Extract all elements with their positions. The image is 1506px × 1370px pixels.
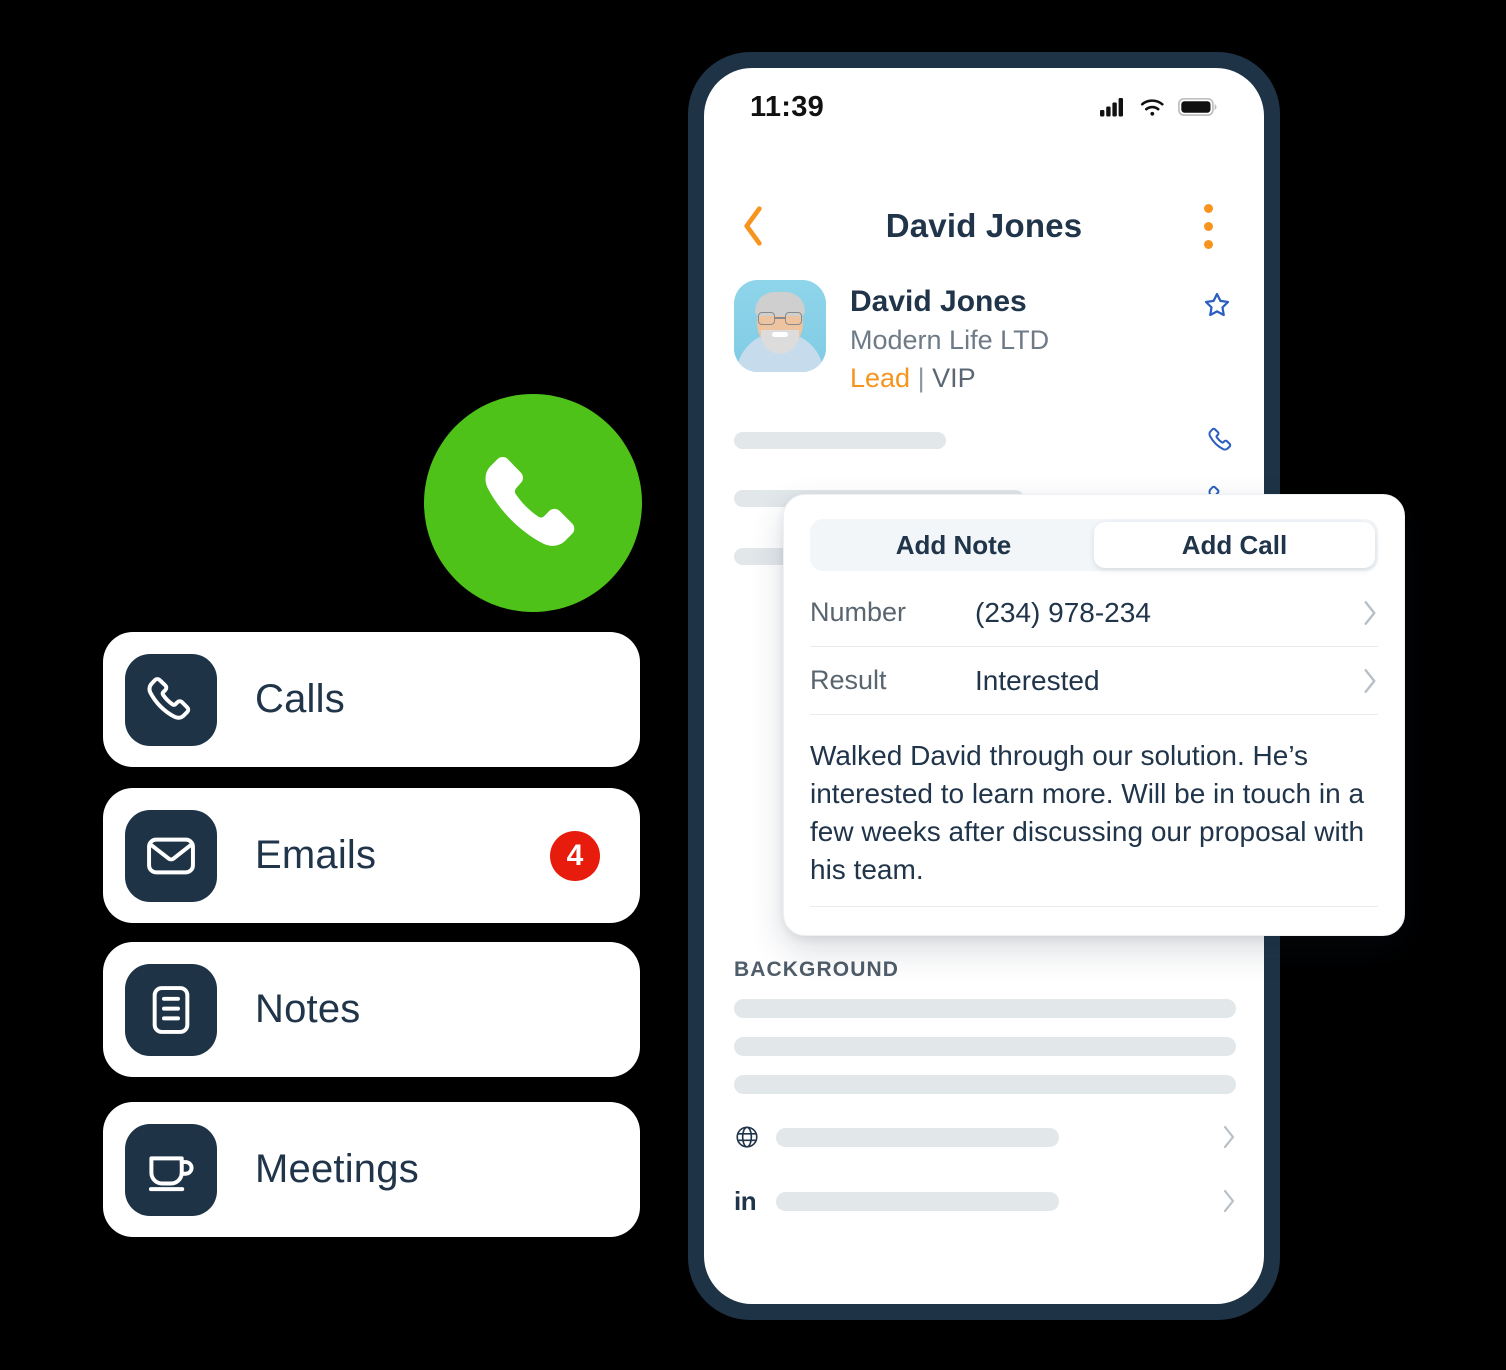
avatar <box>734 280 826 372</box>
envelope-icon <box>125 809 217 902</box>
battery-icon <box>1178 97 1218 117</box>
field-label: Number <box>810 597 907 627</box>
contact-tags: Lead | VIP <box>850 359 1202 397</box>
menu-item-label: Meetings <box>255 1147 419 1191</box>
skeleton-bar <box>776 1127 1059 1147</box>
divider <box>810 906 1378 907</box>
status-bar: 11:39 <box>704 68 1264 146</box>
note-textarea[interactable]: Walked David through our solution. He’s … <box>810 715 1378 889</box>
document-icon <box>125 963 217 1056</box>
menu-item-emails[interactable]: Emails 4 <box>103 788 640 923</box>
add-activity-card: Add Note Add Call Number (234) 978-234 R… <box>783 494 1405 936</box>
skeleton-bar <box>734 1075 1236 1094</box>
phone-outline-icon[interactable] <box>1206 425 1236 455</box>
section-title: BACKGROUND <box>734 958 899 981</box>
skeleton-bar <box>734 999 1236 1018</box>
green-phone-badge <box>424 394 642 612</box>
field-row-result[interactable]: Result Interested <box>810 647 1378 715</box>
kebab-menu-icon[interactable] <box>1188 203 1228 249</box>
status-badge-lead: Lead <box>850 362 911 393</box>
status-time: 11:39 <box>750 90 825 123</box>
menu-item-label: Calls <box>255 677 345 721</box>
wifi-icon <box>1140 97 1165 117</box>
menu-item-notes[interactable]: Notes <box>103 942 640 1077</box>
scene-root: Calls Emails 4 Notes Meetings 11:39 Davi… <box>0 0 1506 1370</box>
contact-name: David Jones <box>850 285 1027 318</box>
unread-count-badge: 4 <box>550 830 600 881</box>
status-badge-vip: VIP <box>932 362 976 393</box>
field-row-number[interactable]: Number (234) 978-234 <box>810 579 1378 647</box>
detail-row[interactable] <box>734 420 1236 460</box>
tag-separator: | <box>917 362 925 393</box>
phone-icon <box>125 653 217 746</box>
contact-meta: David Jones Modern Life LTD Lead | VIP <box>850 280 1202 397</box>
tab-add-note[interactable]: Add Note <box>813 522 1094 568</box>
menu-item-calls[interactable]: Calls <box>103 632 640 767</box>
skeleton-bar <box>734 431 946 449</box>
coffee-cup-icon <box>125 1123 217 1216</box>
tab-add-call[interactable]: Add Call <box>1094 522 1375 568</box>
chevron-left-icon[interactable] <box>740 202 780 250</box>
background-section: BACKGROUND in <box>704 958 1264 1225</box>
skeleton-bar <box>734 1037 1236 1056</box>
skeleton-bar <box>776 1191 1059 1211</box>
menu-item-label: Emails <box>255 833 377 877</box>
tab-bar: Add Note Add Call <box>810 519 1378 571</box>
page-title: David Jones <box>885 207 1083 244</box>
chevron-right-icon <box>1222 1188 1236 1214</box>
field-value: (234) 978-234 <box>975 596 1151 628</box>
globe-icon <box>734 1124 770 1150</box>
menu-item-meetings[interactable]: Meetings <box>103 1102 640 1237</box>
chevron-right-icon <box>1222 1124 1236 1150</box>
status-icons <box>1100 97 1218 117</box>
phone-icon <box>477 447 589 559</box>
nav-bar: David Jones <box>704 188 1264 264</box>
link-row-linkedin[interactable]: in <box>734 1177 1236 1225</box>
cellular-signal-icon <box>1100 97 1127 117</box>
field-label: Result <box>810 665 887 695</box>
menu-item-label: Notes <box>255 987 361 1031</box>
chevron-right-icon <box>1362 667 1378 695</box>
link-row-website[interactable] <box>734 1113 1236 1161</box>
linkedin-icon: in <box>734 1185 757 1216</box>
field-value: Interested <box>975 664 1100 696</box>
contact-company: Modern Life LTD <box>850 324 1050 355</box>
contact-header: David Jones Modern Life LTD Lead | VIP <box>704 280 1264 397</box>
star-outline-icon[interactable] <box>1202 280 1236 397</box>
chevron-right-icon <box>1362 599 1378 627</box>
